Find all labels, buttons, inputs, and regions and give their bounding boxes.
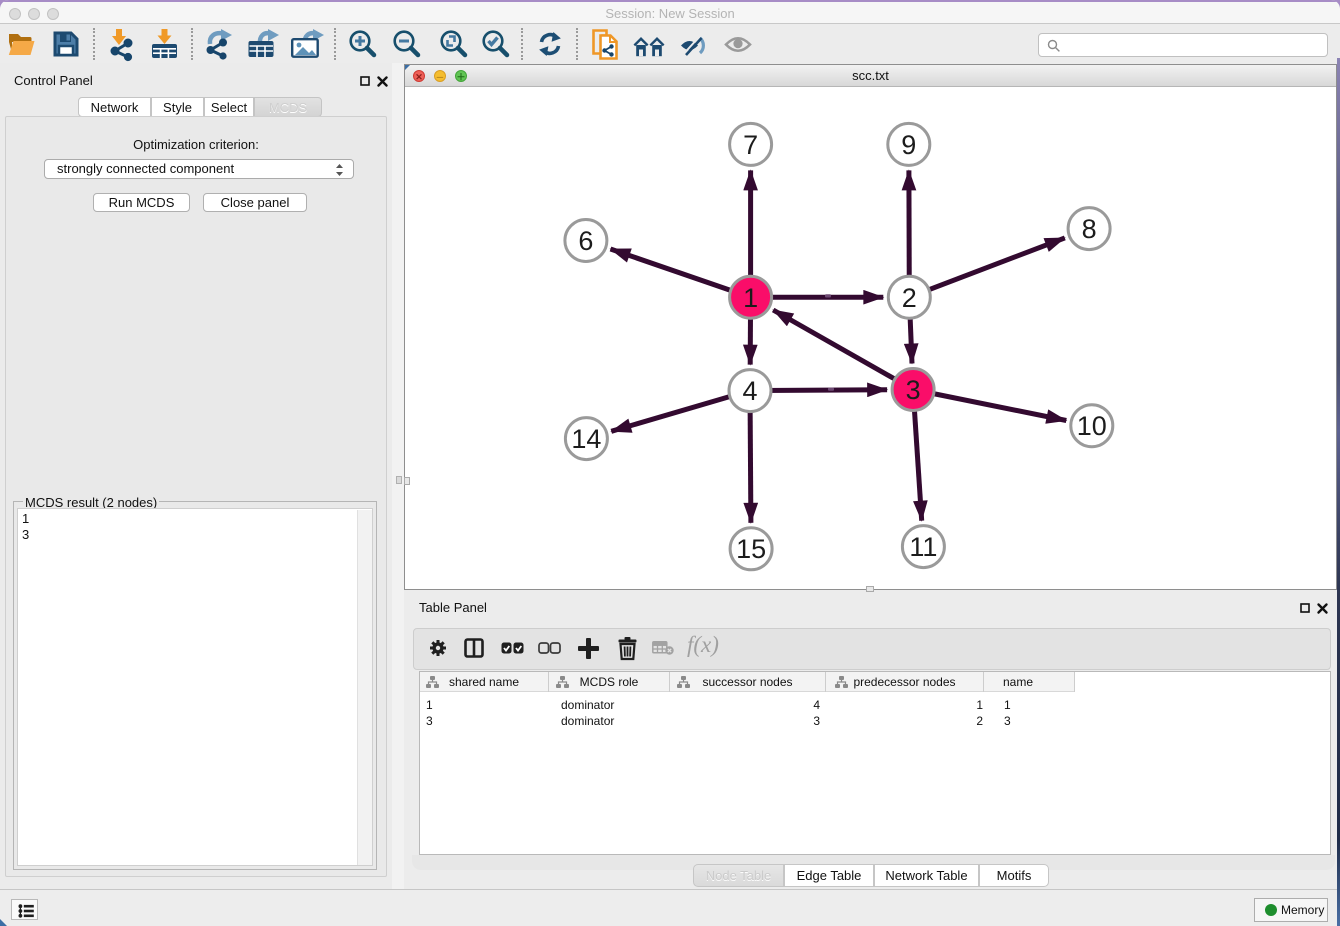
svg-text:15: 15: [736, 534, 766, 564]
svg-text:11: 11: [909, 532, 937, 562]
svg-text:3: 3: [906, 375, 921, 405]
svg-text:10: 10: [1077, 411, 1107, 441]
svg-text:9: 9: [901, 130, 916, 160]
svg-text:8: 8: [1082, 214, 1097, 244]
svg-text:7: 7: [743, 130, 758, 160]
svg-text:2: 2: [902, 283, 917, 313]
svg-text:14: 14: [571, 424, 601, 454]
svg-text:1: 1: [743, 283, 758, 313]
svg-text:6: 6: [578, 226, 593, 256]
svg-text:4: 4: [742, 376, 757, 406]
